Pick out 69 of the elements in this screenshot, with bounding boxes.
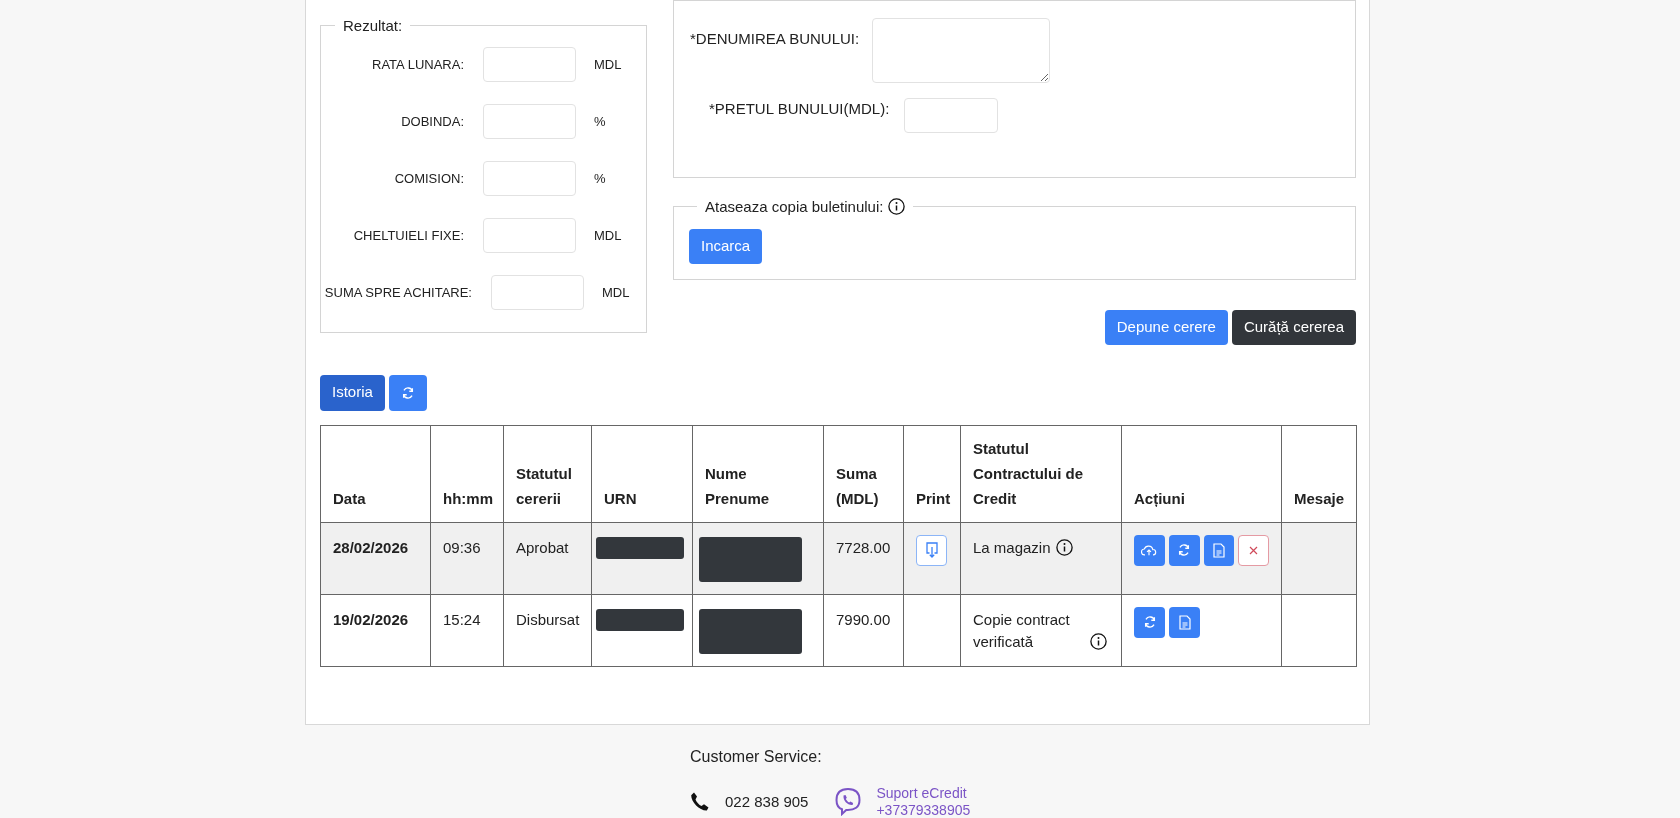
refresh-icon	[1142, 615, 1157, 629]
table-cell-text: Copie contract verificată	[973, 609, 1071, 652]
support-link[interactable]: +37379338905	[876, 801, 971, 818]
refresh-button[interactable]	[388, 374, 427, 411]
delete-button[interactable]	[1238, 534, 1269, 566]
footer-title: Customer Service:	[690, 747, 823, 767]
table-cell: Aprobat	[516, 538, 569, 556]
info-icon[interactable]	[1090, 633, 1107, 650]
field-label: *PRETUL BUNULUI(MDL):	[708, 99, 891, 119]
unit-label: MDL	[602, 283, 630, 302]
support-link[interactable]: Suport eCredit	[876, 785, 971, 802]
table-cell: 7728.00	[836, 538, 891, 556]
field-label: DOBINDA:	[400, 112, 465, 131]
input-field[interactable]	[491, 275, 584, 310]
unit-label: %	[594, 112, 606, 131]
table-cell: 09:36	[443, 538, 481, 556]
refresh-button[interactable]	[1168, 534, 1200, 566]
column-header: Nume Prenume	[692, 425, 824, 522]
unit-label: MDL	[594, 55, 622, 74]
column-header: Print	[903, 425, 961, 522]
upload-button[interactable]	[1134, 534, 1165, 566]
field-label: CHELTUIELI FIXE:	[352, 226, 465, 245]
phone-number: 022 838 905	[725, 791, 809, 812]
input-field[interactable]	[483, 218, 576, 253]
info-icon[interactable]	[1055, 538, 1073, 556]
column-header: Data	[320, 425, 431, 522]
print-button[interactable]	[916, 534, 947, 566]
upload-button[interactable]: Incarca	[689, 229, 763, 264]
table-cell: 15:24	[443, 610, 481, 628]
column-header: URN	[591, 425, 693, 522]
column-header: hh:mm	[430, 425, 504, 522]
field-label: COMISION:	[393, 169, 465, 188]
document-icon	[1212, 542, 1225, 558]
refresh-button[interactable]	[1134, 606, 1165, 638]
close-icon	[1249, 545, 1259, 555]
column-header: Statutul cererii	[503, 425, 592, 522]
table-cell: 28/02/2026	[333, 538, 409, 556]
column-header: Statutul Contractului de Credit	[960, 425, 1122, 522]
column-header: Suma (MDL)	[823, 425, 904, 522]
input-field[interactable]	[904, 98, 998, 133]
cloud-upload-icon	[1141, 543, 1158, 557]
column-header: Acțiuni	[1121, 425, 1282, 522]
table-cell-text: La magazin	[973, 537, 1051, 558]
field-label: SUMA SPRE ACHITARE:	[323, 283, 473, 302]
panel-legend: Ataseaza copia buletinului:	[705, 198, 888, 215]
info-icon[interactable]	[887, 198, 905, 215]
phone-icon	[690, 791, 710, 813]
input-field[interactable]	[483, 104, 576, 139]
unit-label: MDL	[594, 226, 622, 245]
unit-label: %	[594, 169, 606, 188]
input-field[interactable]	[483, 161, 576, 196]
field-label: RATA LUNARA:	[371, 55, 465, 74]
table-cell: 19/02/2026	[333, 610, 409, 628]
download-icon	[924, 542, 939, 558]
submit-button[interactable]: Depune cerere	[1104, 310, 1228, 345]
document-button[interactable]	[1203, 534, 1235, 566]
refresh-icon	[1177, 543, 1192, 557]
history-button[interactable]: Istoria	[320, 374, 385, 411]
document-button[interactable]	[1169, 606, 1200, 638]
chat-phone-icon[interactable]	[834, 787, 863, 817]
table-cell: 7990.00	[836, 610, 891, 628]
document-icon	[1178, 614, 1191, 630]
column-header: Mesaje	[1281, 425, 1357, 522]
input-field[interactable]	[483, 47, 576, 82]
clear-button[interactable]: Curăță cererea	[1231, 310, 1356, 345]
field-label: *DENUMIREA BUNULUI:	[690, 29, 861, 49]
refresh-icon	[400, 386, 415, 401]
table-cell: Disbursat	[516, 610, 580, 628]
panel-legend: Rezultat:	[335, 18, 411, 33]
